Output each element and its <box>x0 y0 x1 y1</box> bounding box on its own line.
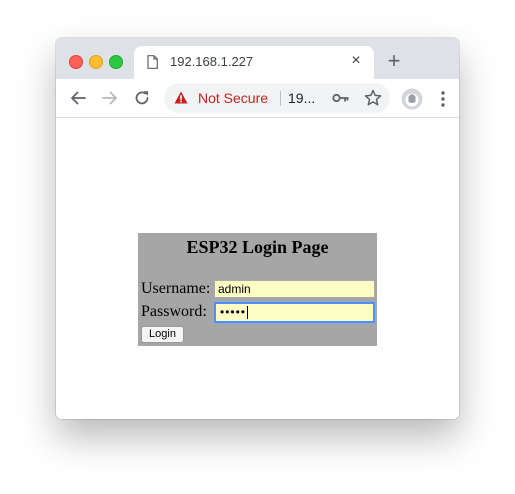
address-bar-divider <box>280 91 281 106</box>
star-icon[interactable] <box>364 89 382 107</box>
close-window-button[interactable] <box>69 55 83 69</box>
security-status[interactable]: Not Secure <box>198 90 268 106</box>
tab-title: 192.168.1.227 <box>170 54 254 69</box>
username-label: Username: <box>141 280 211 297</box>
username-value: admin <box>218 282 251 296</box>
page-title: ESP32 Login Page <box>186 237 329 257</box>
forward-arrow-icon[interactable] <box>100 88 120 108</box>
document-icon <box>147 55 158 69</box>
zoom-window-button[interactable] <box>109 55 123 69</box>
login-form: ESP32 Login Page Username: admin Passwor… <box>138 233 377 346</box>
profile-icon[interactable] <box>401 88 423 110</box>
url-text[interactable]: 19... <box>288 90 315 106</box>
password-label: Password: <box>141 303 207 320</box>
reload-icon[interactable] <box>132 88 152 108</box>
tab-strip: 192.168.1.227 × + <box>56 38 459 79</box>
warning-icon[interactable] <box>174 91 188 104</box>
page-content: ESP32 Login Page Username: admin Passwor… <box>56 118 459 419</box>
text-caret <box>247 306 249 320</box>
minimize-window-button[interactable] <box>89 55 103 69</box>
tab-active[interactable]: 192.168.1.227 × <box>134 46 374 79</box>
back-arrow-icon[interactable] <box>68 88 88 108</box>
browser-window: 192.168.1.227 × + Not Secure 19... ESP32… <box>56 38 459 419</box>
password-mask: ••••• <box>220 305 247 319</box>
key-icon[interactable] <box>332 92 350 104</box>
password-input[interactable]: ••••• <box>214 302 375 323</box>
browser-toolbar: Not Secure 19... <box>56 79 459 118</box>
new-tab-button[interactable]: + <box>384 50 404 72</box>
tab-close-icon[interactable]: × <box>348 52 364 70</box>
address-bar[interactable]: Not Secure 19... <box>164 83 390 113</box>
login-button[interactable]: Login <box>141 326 184 343</box>
username-input[interactable]: admin <box>214 280 375 298</box>
menu-dots-icon[interactable] <box>440 90 446 108</box>
